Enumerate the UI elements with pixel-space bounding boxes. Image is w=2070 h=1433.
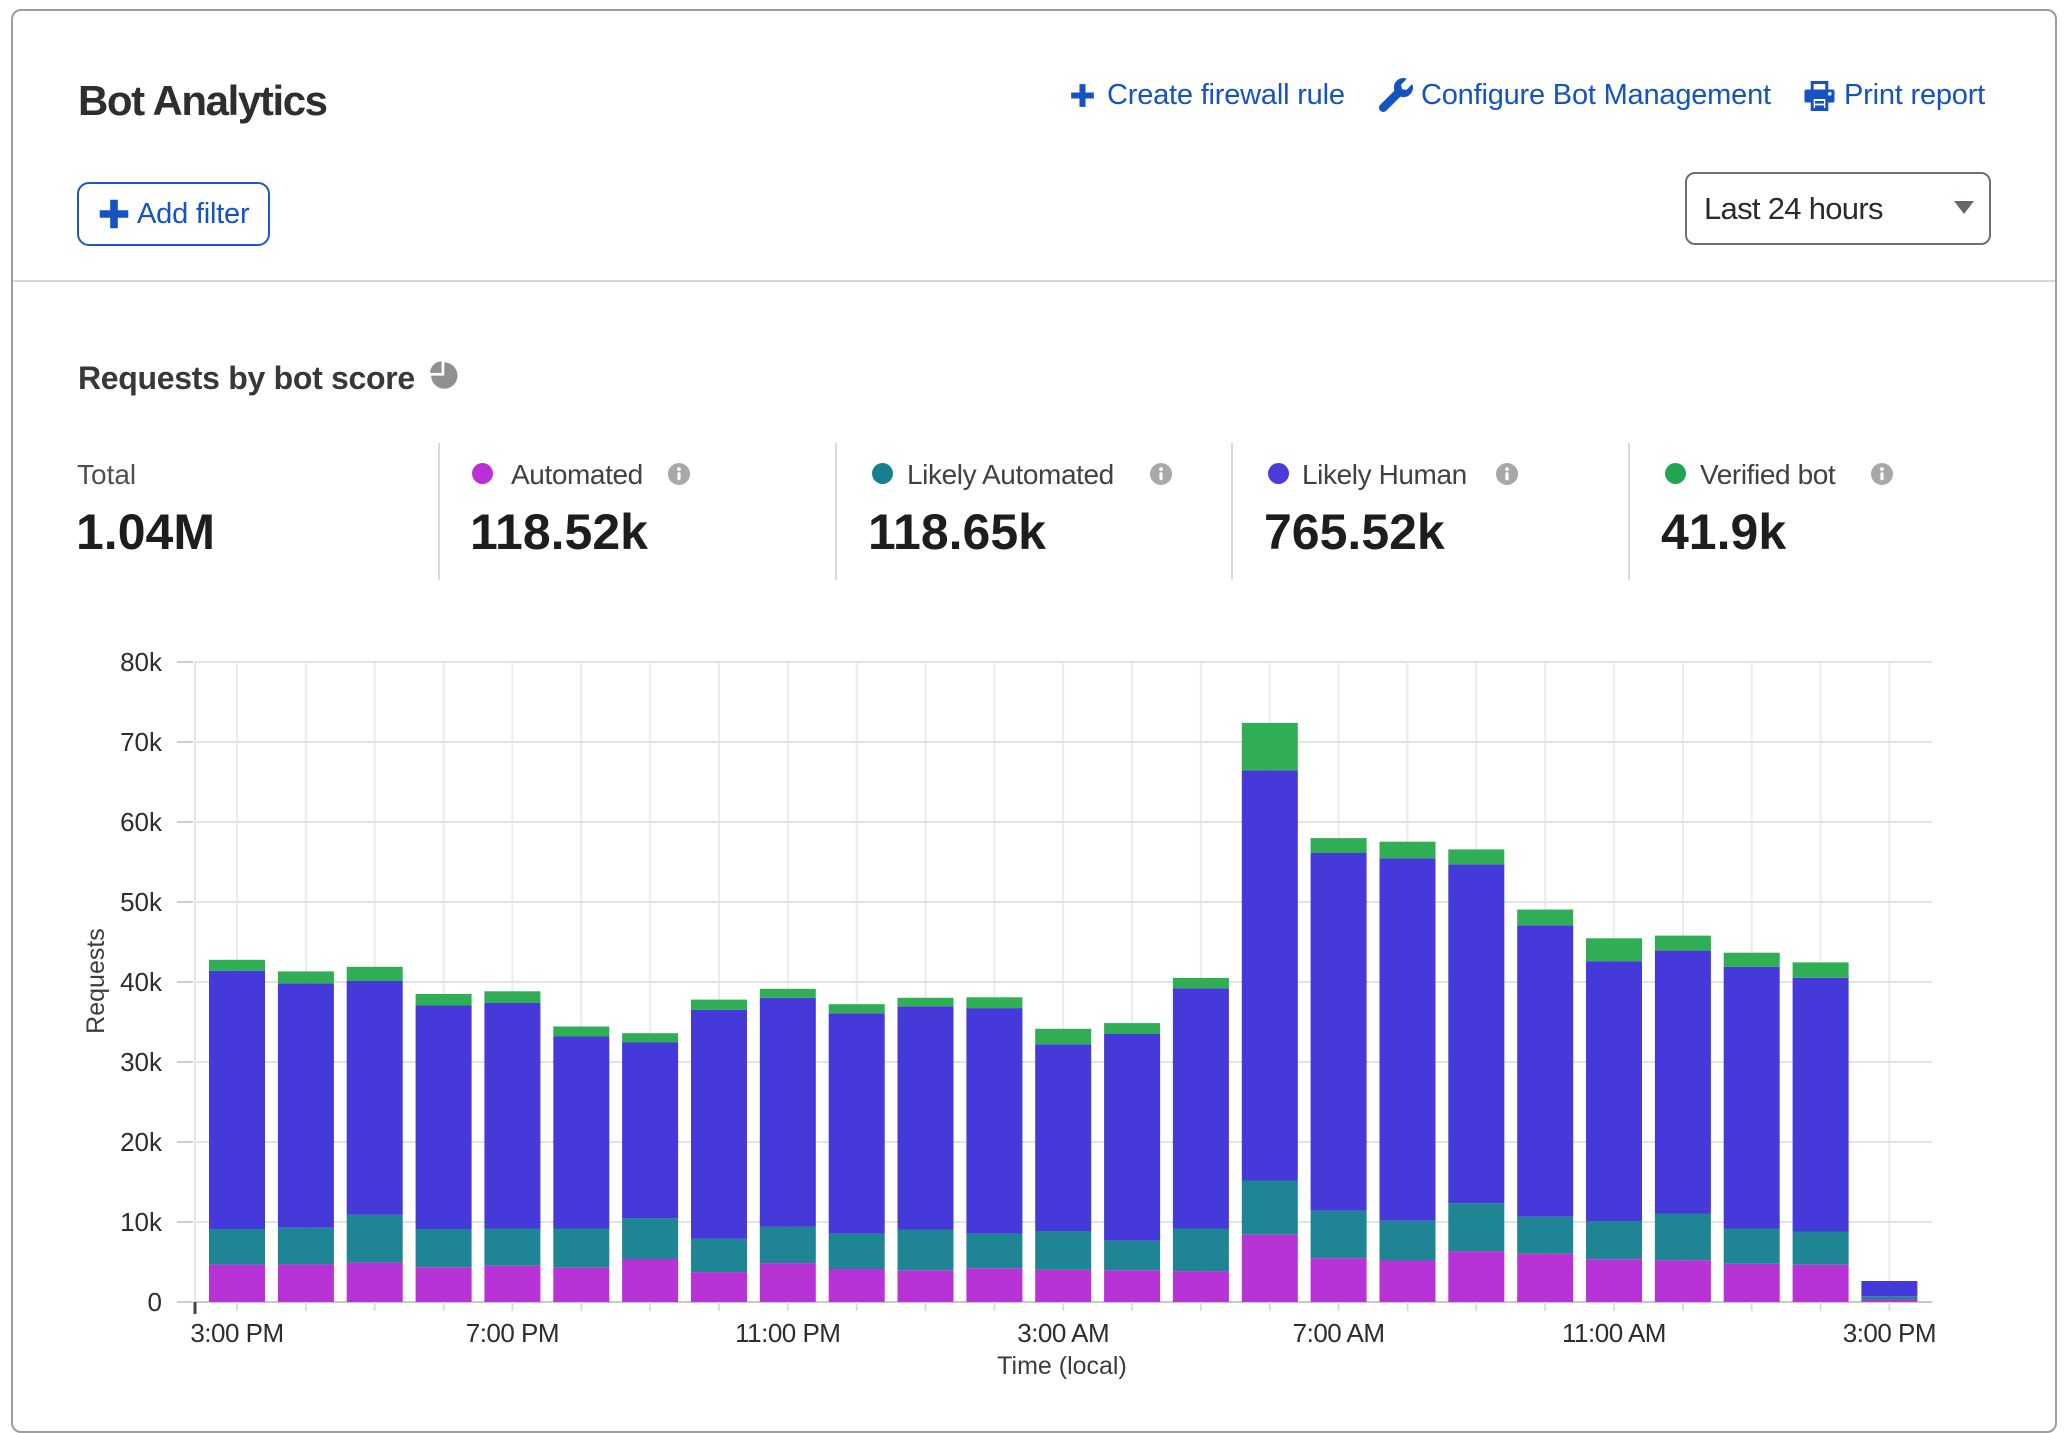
svg-text:80k: 80k — [120, 647, 163, 677]
svg-text:70k: 70k — [120, 727, 163, 757]
svg-text:3:00 PM: 3:00 PM — [190, 1318, 283, 1348]
svg-text:11:00 PM: 11:00 PM — [735, 1318, 840, 1348]
svg-text:11:00 AM: 11:00 AM — [1562, 1318, 1666, 1348]
svg-text:7:00 AM: 7:00 AM — [1293, 1318, 1385, 1348]
svg-text:10k: 10k — [120, 1207, 163, 1237]
svg-text:40k: 40k — [120, 967, 163, 997]
svg-text:Requests: Requests — [82, 928, 110, 1034]
svg-text:30k: 30k — [120, 1047, 163, 1077]
svg-text:60k: 60k — [120, 807, 163, 837]
svg-text:3:00 PM: 3:00 PM — [1843, 1318, 1936, 1348]
svg-text:Time (local): Time (local) — [997, 1352, 1127, 1380]
svg-text:3:00 AM: 3:00 AM — [1017, 1318, 1109, 1348]
svg-text:0: 0 — [148, 1287, 162, 1317]
svg-text:20k: 20k — [120, 1127, 163, 1157]
svg-text:50k: 50k — [120, 887, 163, 917]
svg-text:7:00 PM: 7:00 PM — [466, 1318, 559, 1348]
